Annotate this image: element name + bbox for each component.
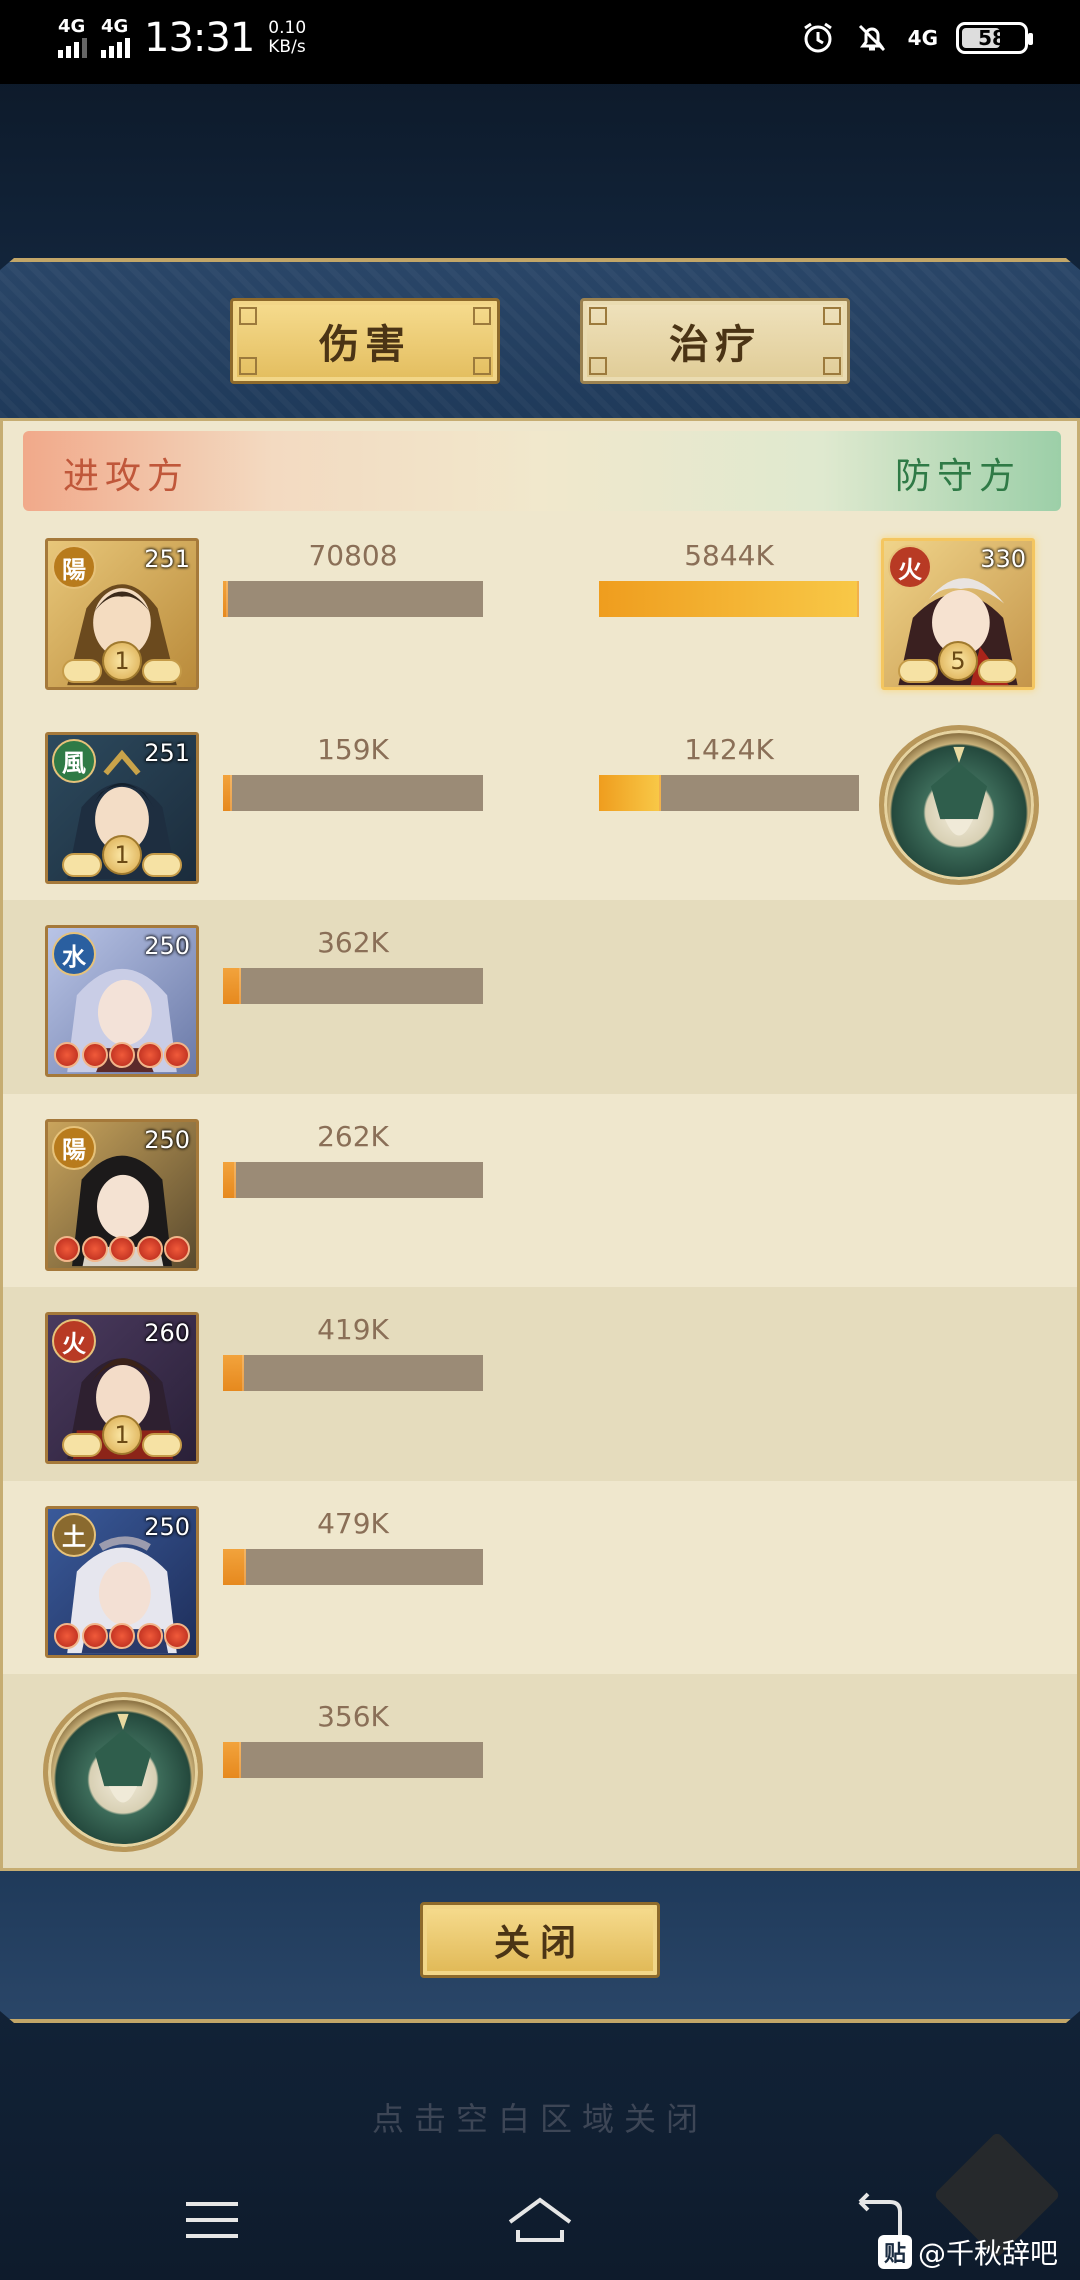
star-count: 5 (938, 641, 978, 681)
attacker-avatar[interactable]: 陽 251 1 (45, 538, 199, 690)
damage-bar (599, 581, 859, 617)
damage-bar-fill (599, 774, 662, 811)
defender-label: 防守方 (894, 456, 1021, 497)
tab-damage[interactable]: 伤害 (230, 298, 500, 384)
alarm-icon (803, 22, 832, 53)
damage-bar (223, 581, 483, 617)
attacker-avatar[interactable]: 水 250 (45, 925, 199, 1077)
stat-row: 356K (3, 1674, 1077, 1868)
tap-outside-hint: 点击空白区域关闭 (371, 2100, 708, 2138)
home-icon[interactable] (504, 2190, 576, 2250)
network-speed: 0.10 KB/s (268, 18, 307, 57)
damage-bar-fill (223, 1355, 244, 1391)
damage-value: 262K (317, 1119, 389, 1153)
element-badge: 陽 (52, 1125, 96, 1170)
battery-indicator: 58 (956, 22, 1033, 54)
watermark-text: @千秋辞吧 (918, 2237, 1059, 2270)
stats-panel: 伤害 治疗 进攻方 防守方 陽 251 1 70808 5844K 火 330 … (0, 258, 1080, 2023)
damage-bar-fill (599, 581, 859, 617)
hero-level: 250 (144, 1125, 190, 1154)
hero-level: 251 (144, 738, 190, 767)
stat-row: 土 250 479K (3, 1480, 1077, 1674)
stat-row: 水 250 362K (3, 900, 1077, 1094)
damage-bar (223, 1161, 483, 1198)
damage-value: 362K (317, 926, 389, 959)
clock: 13:31 (144, 15, 255, 61)
damage-value: 159K (317, 732, 389, 766)
hero-level: 250 (144, 1512, 190, 1541)
damage-value: 419K (317, 1313, 389, 1346)
stats-board: 进攻方 防守方 陽 251 1 70808 5844K 火 330 5 風 25… (0, 418, 1080, 1871)
damage-bar (223, 968, 483, 1004)
star-count: 1 (102, 641, 142, 681)
damage-value: 70808 (308, 539, 398, 572)
damage-value: 1424K (684, 732, 774, 766)
hero-level: 251 (144, 545, 190, 573)
damage-bar (223, 1742, 483, 1778)
element-badge: 火 (52, 1319, 96, 1363)
side-header: 进攻方 防守方 (23, 431, 1061, 511)
dragon-avatar[interactable] (879, 724, 1039, 885)
panel-header: 伤害 治疗 (0, 258, 1080, 418)
element-badge: 水 (52, 932, 96, 976)
damage-value: 356K (317, 1700, 389, 1733)
attacker-label: 进攻方 (63, 456, 190, 497)
damage-bar-fill (223, 581, 229, 617)
attacker-avatar[interactable]: 陽 250 (45, 1118, 199, 1271)
dragon-icon (930, 746, 988, 835)
stat-row: 陽 251 1 70808 5844K 火 330 5 (3, 513, 1077, 707)
attacker-avatar[interactable]: 火 260 1 (45, 1312, 199, 1464)
mute-bell-icon (858, 24, 885, 52)
screen: 4G 4G 13:31 0.10 KB/s 4G 58 伤害 治疗 进攻方 防守… (0, 0, 1080, 2280)
rank-coins (54, 1622, 190, 1649)
rank-coins (54, 1042, 190, 1068)
tab-heal[interactable]: 治疗 (580, 298, 850, 384)
damage-bar (223, 1548, 483, 1585)
star-count: 1 (102, 834, 142, 875)
damage-bar-fill (223, 1548, 247, 1585)
stat-rows: 陽 251 1 70808 5844K 火 330 5 風 251 1 159K… (3, 513, 1077, 1868)
rank-coins (54, 1235, 190, 1262)
element-badge: 土 (52, 1512, 96, 1557)
damage-value: 479K (317, 1506, 389, 1540)
attacker-avatar[interactable]: 風 251 1 (45, 731, 199, 884)
stat-row: 風 251 1 159K 1424K (3, 706, 1077, 900)
defender-avatar[interactable]: 火 330 5 (881, 538, 1035, 690)
sim2-signal: 4G (101, 18, 130, 58)
damage-bar-fill (223, 968, 242, 1004)
hero-level: 250 (144, 932, 190, 960)
menu-icon[interactable] (176, 2190, 248, 2250)
tieba-logo-icon: 贴 (878, 2235, 912, 2269)
damage-bar (223, 774, 483, 811)
network-type: 4G (907, 26, 938, 50)
hero-level: 260 (144, 1319, 190, 1347)
status-bar: 4G 4G 13:31 0.10 KB/s 4G 58 (0, 0, 1080, 84)
dragon-avatar[interactable] (43, 1692, 203, 1852)
element-badge: 風 (52, 738, 96, 783)
stat-row: 火 260 1 419K (3, 1287, 1077, 1481)
attacker-avatar[interactable]: 土 250 (45, 1505, 199, 1658)
element-badge: 火 (888, 545, 932, 589)
damage-bar-fill (223, 1161, 236, 1198)
close-button[interactable]: 关闭 (420, 1902, 660, 1978)
watermark: 贴 @千秋辞吧 (878, 2232, 1058, 2272)
damage-bar-fill (223, 1742, 242, 1778)
dragon-icon (94, 1713, 152, 1803)
stat-row: 陽 250 262K (3, 1093, 1077, 1287)
hero-level: 330 (980, 545, 1026, 573)
damage-bar (599, 774, 859, 811)
damage-bar (223, 1355, 483, 1391)
sim1-signal: 4G (58, 18, 87, 58)
star-count: 1 (102, 1415, 142, 1455)
damage-bar-fill (223, 774, 233, 811)
damage-value: 5844K (684, 539, 774, 572)
element-badge: 陽 (52, 545, 96, 589)
